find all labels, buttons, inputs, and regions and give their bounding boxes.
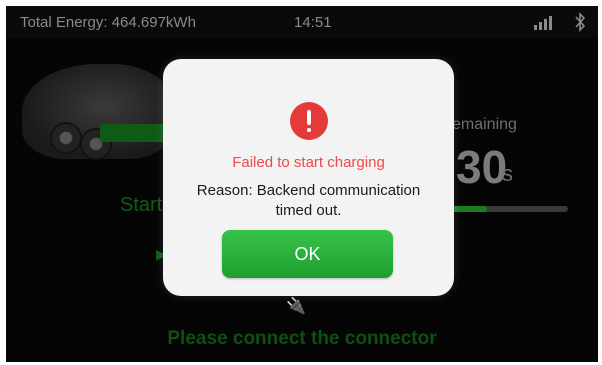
signal-bars-icon <box>534 16 552 30</box>
dialog-reason: Reason: Backend communication timed out. <box>196 182 421 219</box>
bluetooth-icon <box>575 12 586 32</box>
car-illustration <box>22 64 172 160</box>
ok-button[interactable]: OK <box>222 230 393 278</box>
start-label: Start <box>120 194 163 216</box>
charge-level-bar <box>100 124 172 142</box>
dialog-title: Failed to start charging <box>232 154 385 171</box>
exclamation-icon <box>290 102 328 140</box>
status-bar: Total Energy: 464.697kWh 14:51 <box>6 6 598 38</box>
plug-icon: 🔌 <box>286 298 306 315</box>
clock: 14:51 <box>294 14 332 31</box>
device-screen: Total Energy: 464.697kWh 14:51 Start ▶ e… <box>6 6 598 362</box>
total-energy: Total Energy: 464.697kWh <box>20 14 196 31</box>
countdown-unit: s <box>502 161 513 186</box>
countdown-value: 30 <box>456 141 508 193</box>
remaining-label: emaining <box>452 116 517 133</box>
countdown-progress <box>452 206 568 212</box>
countdown-progress-fill <box>452 206 487 212</box>
connect-prompt: Please connect the connector <box>167 328 437 349</box>
error-dialog: Failed to start charging Reason: Backend… <box>163 59 454 296</box>
